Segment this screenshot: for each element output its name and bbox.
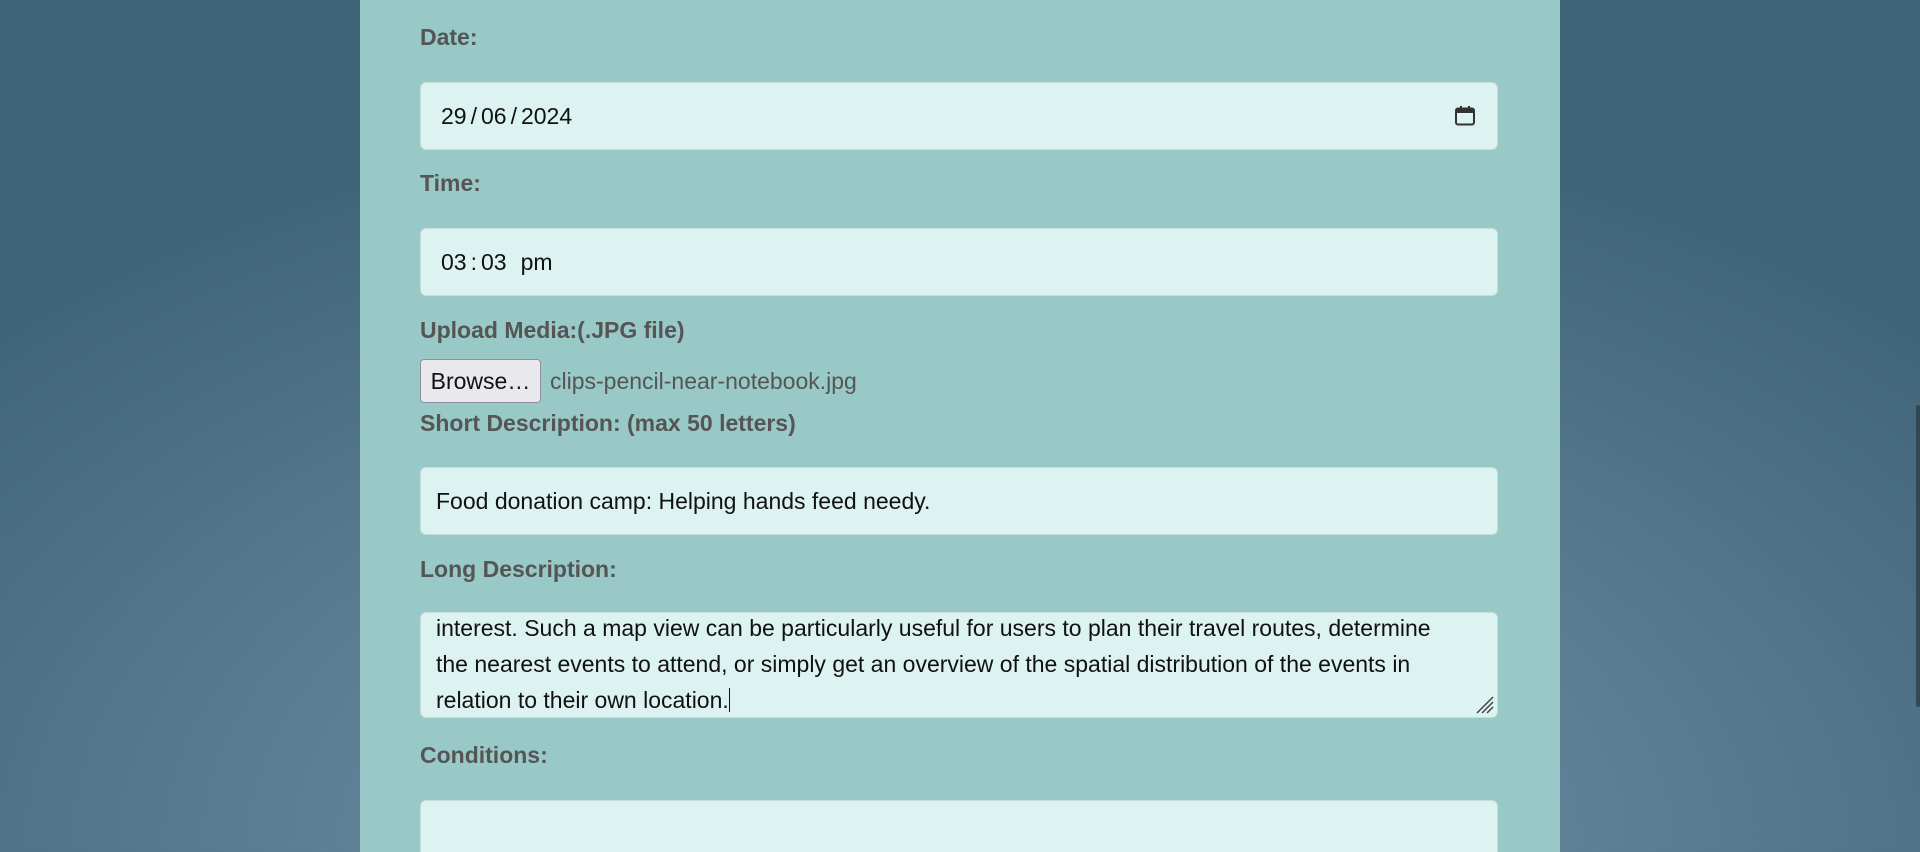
long-description-line: interest. Such a map view can be particu… [436, 615, 1431, 641]
short-description-label: Short Description: (max 50 letters) [420, 410, 796, 436]
time-input[interactable]: 03 : 03 pm [420, 228, 1498, 296]
long-description-text: interest. Such a map view can be particu… [436, 613, 1477, 717]
time-label: Time: [420, 170, 481, 196]
page-scrollbar[interactable] [1916, 405, 1920, 707]
date-input[interactable]: 29 / 06 / 2024 [420, 82, 1498, 150]
long-description-label: Long Description: [420, 556, 617, 582]
time-minute[interactable]: 03 [481, 249, 507, 276]
date-month[interactable]: 06 [481, 103, 507, 130]
selected-file-name: clips-pencil-near-notebook.jpg [550, 368, 857, 394]
text-caret [728, 688, 730, 712]
short-description-value: Food donation camp: Helping hands feed n… [436, 487, 931, 514]
date-label: Date: [420, 24, 478, 50]
date-year[interactable]: 2024 [521, 103, 572, 130]
form-panel: Date: 29 / 06 / 2024 Time: 03 : 03 pm Up… [360, 0, 1560, 852]
date-day[interactable]: 29 [441, 103, 467, 130]
time-period[interactable]: pm [521, 249, 553, 276]
long-description-line: the nearest events to attend, or simply … [436, 651, 1411, 677]
date-separator: / [470, 102, 477, 129]
calendar-icon[interactable] [1453, 104, 1477, 128]
long-description-line: relation to their own location. [436, 687, 730, 713]
browse-button[interactable]: Browse… [420, 359, 541, 403]
time-hour[interactable]: 03 [441, 249, 467, 276]
short-description-input[interactable]: Food donation camp: Helping hands feed n… [420, 467, 1498, 535]
conditions-input[interactable] [420, 800, 1498, 852]
upload-media-label: Upload Media:(.JPG file) [420, 317, 685, 343]
long-description-textarea[interactable]: interest. Such a map view can be particu… [420, 612, 1498, 718]
resize-grip-icon[interactable] [1474, 694, 1494, 714]
date-separator: / [510, 102, 517, 129]
conditions-label: Conditions: [420, 742, 548, 768]
time-separator: : [470, 248, 477, 275]
